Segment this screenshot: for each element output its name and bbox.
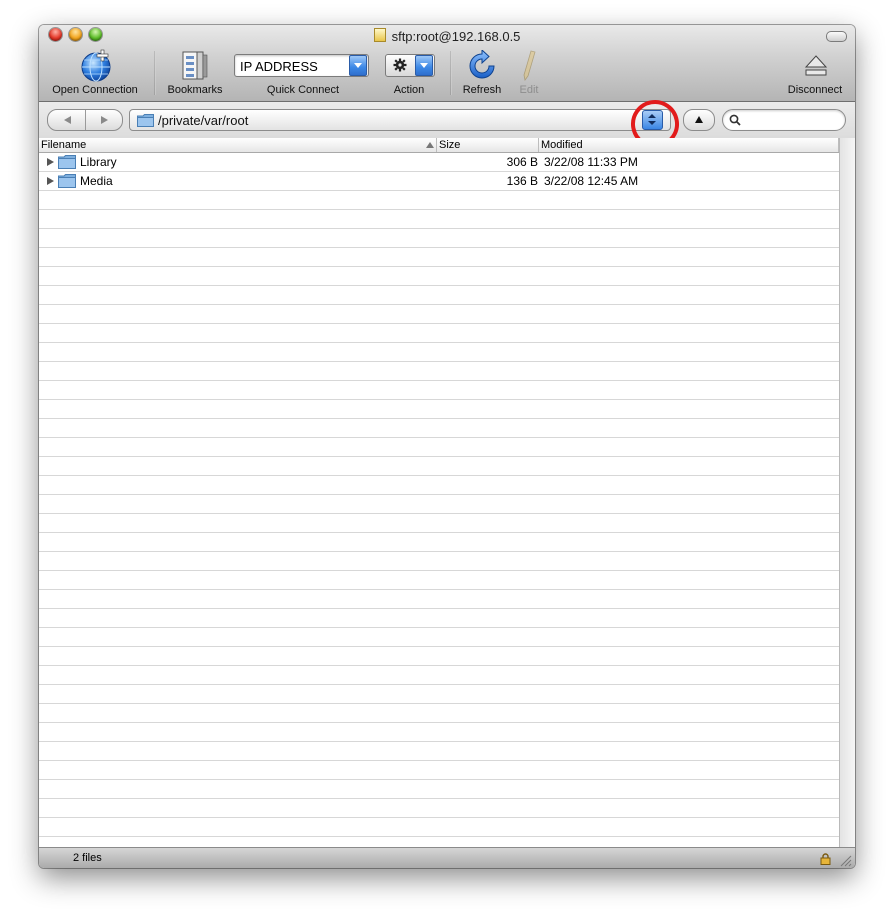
file-size: 136 B <box>506 174 538 188</box>
unified-toolbar: sftp:root@192.168.0.5 Open Connection Bo… <box>39 25 855 102</box>
document-icon <box>373 28 386 42</box>
table-row[interactable]: Media 136 B 3/22/08 12:45 AM <box>39 172 839 191</box>
eject-icon <box>804 55 828 76</box>
table-row[interactable]: Library 306 B 3/22/08 11:33 PM <box>39 153 839 172</box>
action-label: Action <box>393 84 425 96</box>
globe-plus-icon <box>81 49 111 82</box>
bookmarks-label: Bookmarks <box>167 84 223 96</box>
file-list: Library 306 B 3/22/08 11:33 PM Media 136… <box>39 153 839 847</box>
search-field[interactable] <box>722 109 846 131</box>
open-connection-button[interactable]: Open Connection <box>45 49 145 99</box>
refresh-button[interactable]: Refresh <box>457 49 507 99</box>
window-title: sftp:root@192.168.0.5 <box>39 28 855 44</box>
disclosure-triangle-icon[interactable] <box>47 177 54 185</box>
file-modified: 3/22/08 12:45 AM <box>544 174 639 188</box>
search-icon <box>729 114 741 126</box>
refresh-label: Refresh <box>462 84 502 96</box>
sftp-browser-window: sftp:root@192.168.0.5 Open Connection Bo… <box>39 25 855 868</box>
path-bar: /private/var/root <box>39 102 855 139</box>
folder-icon <box>137 114 154 127</box>
open-connection-label: Open Connection <box>52 84 138 96</box>
back-button[interactable] <box>48 110 85 130</box>
edit-button[interactable]: Edit <box>513 49 545 99</box>
column-header-modified[interactable]: Modified <box>539 138 839 152</box>
edit-label: Edit <box>519 84 539 96</box>
forward-button[interactable] <box>86 110 122 130</box>
file-size: 306 B <box>506 155 538 169</box>
column-header-size[interactable]: Size <box>437 138 539 152</box>
quick-connect-item: Quick Connect <box>244 49 362 99</box>
folder-icon <box>58 155 76 169</box>
toolbar-separator <box>154 51 156 95</box>
sort-ascending-icon <box>426 142 434 148</box>
parent-directory-button[interactable] <box>683 109 715 131</box>
history-navigation <box>47 109 123 131</box>
disconnect-button[interactable]: Disconnect <box>779 49 851 99</box>
refresh-icon <box>469 50 495 79</box>
toolbar-toggle-button[interactable] <box>826 31 847 42</box>
file-name: Media <box>80 174 113 188</box>
back-arrow-icon <box>63 116 71 124</box>
file-name: Library <box>80 155 117 169</box>
pencil-icon <box>523 50 536 81</box>
disclosure-triangle-icon[interactable] <box>47 158 54 166</box>
path-select[interactable]: /private/var/root <box>129 109 671 131</box>
folder-icon <box>58 174 76 188</box>
forward-arrow-icon <box>100 116 108 124</box>
toolbar-separator <box>450 51 452 95</box>
disconnect-label: Disconnect <box>787 84 843 96</box>
file-modified: 3/22/08 11:33 PM <box>544 155 638 169</box>
bookmarks-button[interactable]: Bookmarks <box>159 49 231 99</box>
vertical-scrollbar[interactable] <box>839 138 855 847</box>
file-list-header: Filename Size Modified <box>39 138 855 153</box>
quick-connect-label: Quick Connect <box>266 84 340 96</box>
file-count: 2 files <box>73 852 102 864</box>
current-path: /private/var/root <box>158 113 249 128</box>
action-item: Action <box>379 49 439 99</box>
resize-grip-icon[interactable] <box>840 855 852 867</box>
bookmarks-icon <box>182 51 208 80</box>
status-bar: 2 files <box>39 847 855 868</box>
lock-icon <box>820 853 831 865</box>
column-header-filename[interactable]: Filename <box>39 138 437 152</box>
